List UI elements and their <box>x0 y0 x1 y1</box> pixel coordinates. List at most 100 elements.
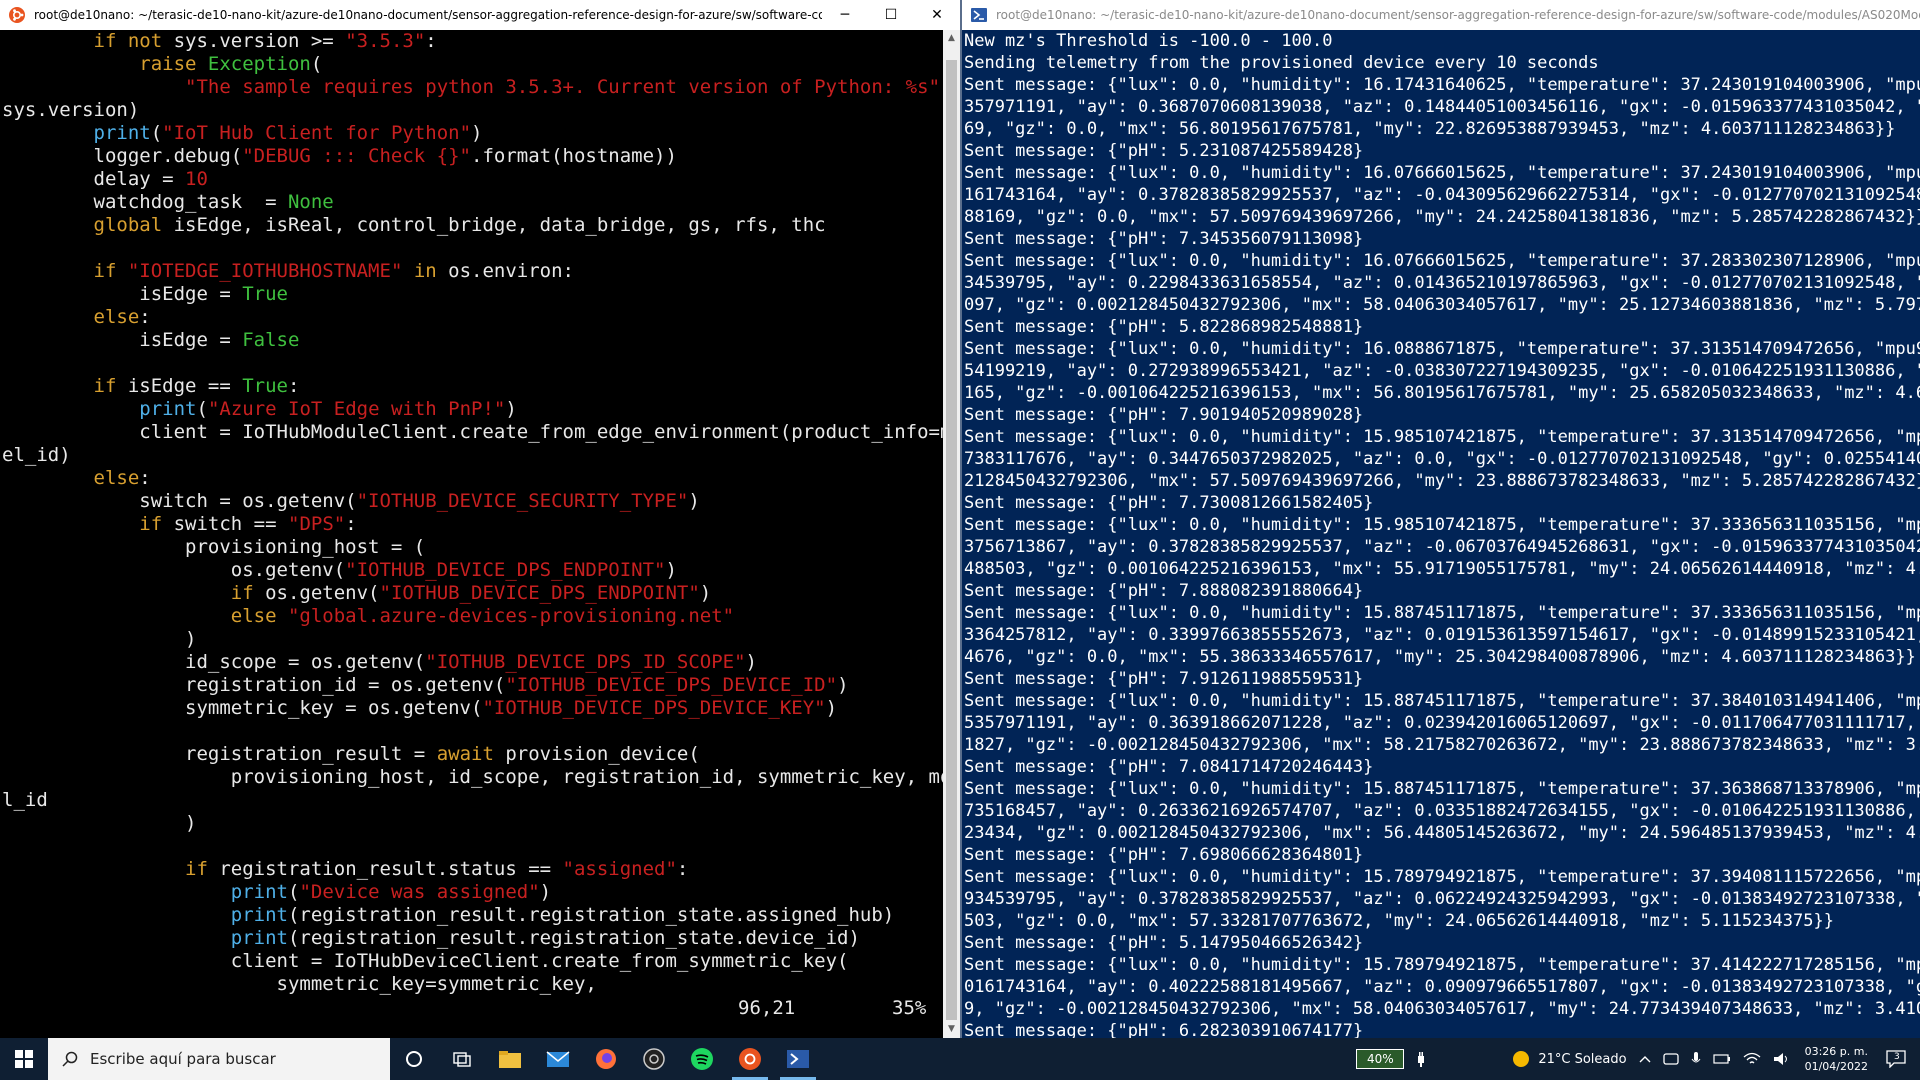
code-token: ( <box>310 53 323 75</box>
code-line: el_id) <box>0 444 942 467</box>
powershell-taskbar-icon <box>787 1050 809 1068</box>
code-token: symmetric_key = os.getenv( <box>2 697 483 719</box>
firefox-app[interactable] <box>582 1038 630 1080</box>
volume-icon[interactable] <box>1773 1052 1791 1066</box>
code-token: switch = os.getenv( <box>2 490 357 512</box>
code-token: ) <box>825 697 838 719</box>
code-token: sys.version >= <box>173 30 346 52</box>
output-line: Sent message: {"lux": 0.0, "humidity": 1… <box>964 691 1920 711</box>
taskbar-search-box[interactable]: Escribe aquí para buscar <box>48 1038 390 1080</box>
code-token: if not <box>93 30 174 52</box>
code-token: if <box>230 582 266 604</box>
code-token: "Azure IoT Edge with PnP!" <box>207 398 506 420</box>
meet-now-icon[interactable] <box>1662 1052 1679 1066</box>
output-line: Sent message: {"lux": 0.0, "humidity": 1… <box>964 427 1920 447</box>
ubuntu-icon <box>739 1048 761 1070</box>
code-token: isEdge, isReal, control_bridge, data_bri… <box>173 214 826 236</box>
start-button[interactable] <box>0 1038 48 1080</box>
code-token: else <box>230 605 288 627</box>
right-window-titlebar[interactable]: root@de10nano: ~/terasic-de10-nano-kit/a… <box>962 0 1920 30</box>
code-line: if switch == "DPS": <box>0 513 942 536</box>
output-line: Sent message: {"pH": 7.0841714720246443} <box>964 757 1374 777</box>
code-token: logger.debug( <box>2 145 243 167</box>
output-line: 161743164, "ay": 0.37828385829925537, "a… <box>964 185 1920 205</box>
code-line: id_scope = os.getenv("IOTHUB_DEVICE_DPS_… <box>0 651 942 674</box>
code-line: ) <box>0 812 942 835</box>
code-line: provisioning_host, id_scope, registratio… <box>0 766 960 789</box>
powershell-app[interactable] <box>774 1038 822 1080</box>
code-line: sys.version) <box>0 99 942 122</box>
left-window-scrollbar[interactable]: ▲ ▼ <box>943 30 960 1038</box>
windows-logo-icon <box>15 1050 33 1068</box>
vim-status-line: 96,21 35% <box>0 997 942 1020</box>
wifi-icon[interactable] <box>1743 1052 1761 1066</box>
maximize-button[interactable]: ☐ <box>868 0 914 30</box>
mail-app[interactable] <box>534 1038 582 1080</box>
code-token: "DPS" <box>288 513 346 535</box>
code-line: if registration_result.status == "assign… <box>0 858 942 881</box>
vim-terminal-window[interactable]: root@de10nano: ~/terasic-de10-nano-kit/a… <box>0 0 960 1038</box>
chevron-up-icon[interactable] <box>1639 1054 1651 1064</box>
output-line: 934539795, "ay": 0.37828385829925537, "a… <box>964 889 1920 909</box>
vim-editor-pane[interactable]: if not sys.version >= "3.5.3": raise Exc… <box>0 30 960 1038</box>
code-token: True <box>242 283 288 305</box>
spotify-app[interactable] <box>678 1038 726 1080</box>
code-token: client = IoTHubDeviceClient.create_from_… <box>2 950 849 972</box>
output-line: Sent message: {"lux": 0.0, "humidity": 1… <box>964 955 1920 975</box>
file-explorer-app[interactable] <box>486 1038 534 1080</box>
battery-indicator[interactable]: 40% <box>1356 1049 1405 1069</box>
output-line: Sent message: {"lux": 0.0, "humidity": 1… <box>964 75 1920 95</box>
output-line: 488503, "gz": 0.001064225216396153, "mx"… <box>964 559 1920 579</box>
clock[interactable]: 03:26 p. m. 01/04/2022 <box>1805 1044 1868 1074</box>
code-token: in <box>402 260 449 282</box>
output-line: Sent message: {"pH": 5.822868982548881} <box>964 317 1364 337</box>
ubuntu-app[interactable] <box>726 1038 774 1080</box>
battery-tray-icon[interactable] <box>1712 1053 1731 1065</box>
powershell-output-pane[interactable]: New mz's Threshold is -100.0 - 100.0 Send… <box>962 30 1920 1038</box>
scrollbar-thumb[interactable] <box>946 60 957 1020</box>
left-window-titlebar[interactable]: root@de10nano: ~/terasic-de10-nano-kit/a… <box>0 0 960 30</box>
scroll-down-arrow-icon[interactable]: ▼ <box>943 1021 960 1038</box>
cursor-position: 96,21 <box>738 997 796 1019</box>
close-button[interactable]: ✕ <box>914 0 960 30</box>
minimize-button[interactable]: ─ <box>822 0 868 30</box>
task-view-button[interactable] <box>438 1038 486 1080</box>
code-token: provisioning_host, id_scope, registratio… <box>2 766 960 788</box>
microphone-icon[interactable] <box>1691 1051 1701 1067</box>
output-line: 2128450432792306, "mx": 57.5097694396972… <box>964 471 1920 491</box>
weather-widget[interactable]: 21°C Soleado <box>1512 1050 1627 1068</box>
code-token: ( <box>150 122 163 144</box>
code-line: else "global.azure-devices-provisioning.… <box>0 605 942 628</box>
code-token: provision_device( <box>505 743 700 765</box>
code-token: isEdge = <box>2 283 243 305</box>
output-line: 69, "gz": 0.0, "mx": 56.80195617675781, … <box>964 119 1896 139</box>
code-token: : <box>425 30 437 52</box>
code-token: provisioning_host = ( <box>2 536 426 558</box>
code-line: isEdge = True <box>0 283 942 306</box>
cortana-button[interactable] <box>390 1038 438 1080</box>
code-line: logger.debug("DEBUG ::: Check {}".format… <box>0 145 942 168</box>
code-token: if <box>139 513 174 535</box>
code-line: if not sys.version >= "3.5.3": <box>0 30 942 53</box>
code-token: "3.5.3" <box>345 30 426 52</box>
powershell-terminal-window[interactable]: root@de10nano: ~/terasic-de10-nano-kit/a… <box>960 0 1920 1038</box>
notification-center-button[interactable]: 3 <box>1886 1050 1906 1068</box>
scroll-up-arrow-icon[interactable]: ▲ <box>943 30 960 47</box>
output-line: Sent message: {"lux": 0.0, "humidity": 1… <box>964 339 1920 359</box>
code-token: "IOTHUB_DEVICE_DPS_ID_SCOPE" <box>425 651 746 673</box>
output-line: 7383117676, "ay": 0.3447650372982025, "a… <box>964 449 1920 469</box>
code-token: switch == <box>173 513 288 535</box>
output-line: Sent message: {"pH": 7.901940520989028} <box>964 405 1364 425</box>
code-token: ) <box>745 651 757 673</box>
code-token: print <box>93 122 151 144</box>
task-view-icon <box>453 1052 471 1067</box>
code-token: "The sample requires python 3.5.3+. Curr… <box>185 76 941 98</box>
plug-icon <box>1416 1051 1426 1067</box>
chrome-app[interactable] <box>630 1038 678 1080</box>
